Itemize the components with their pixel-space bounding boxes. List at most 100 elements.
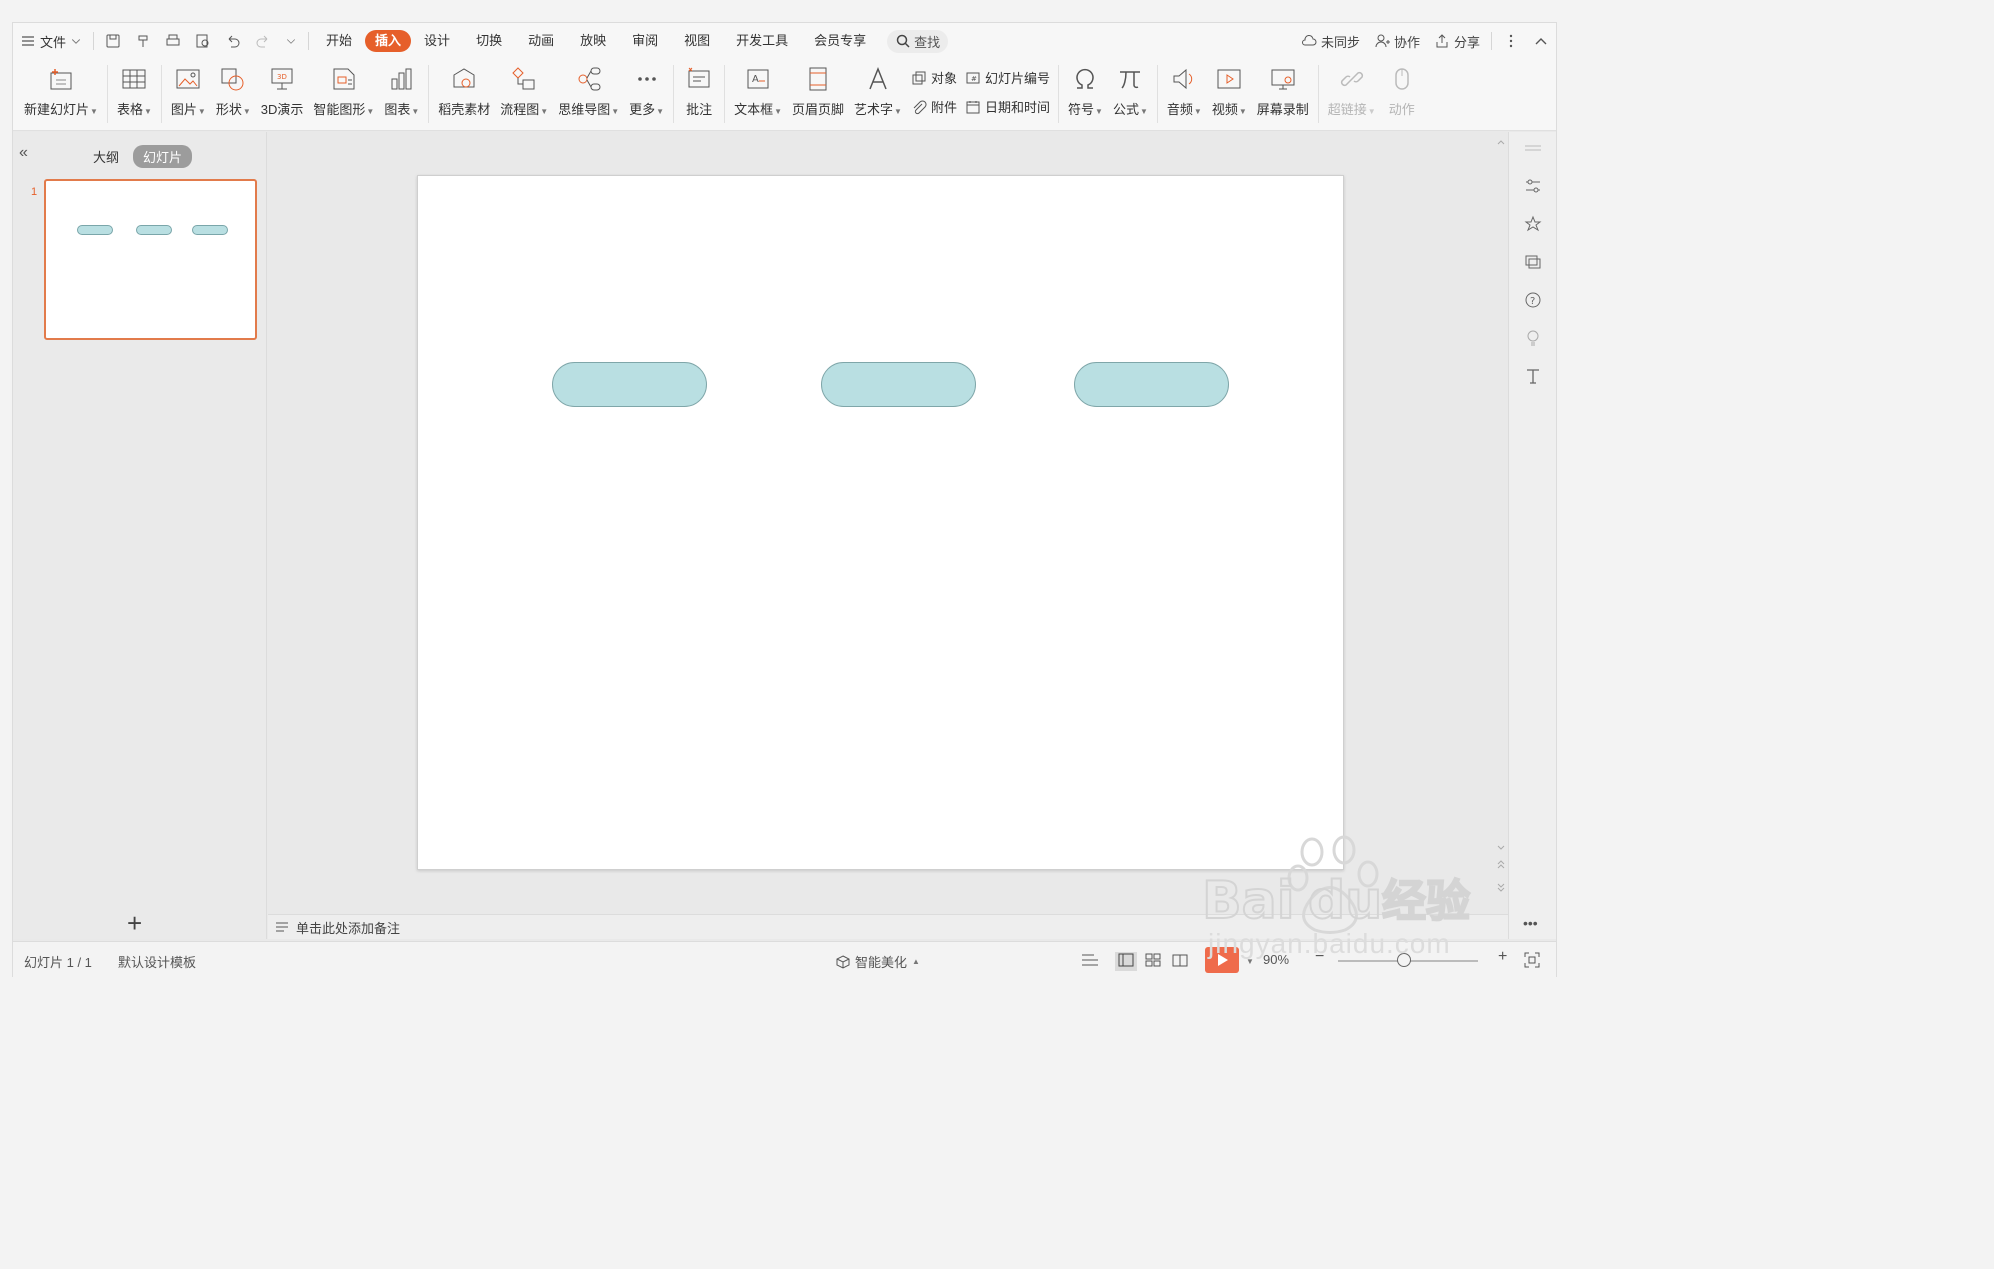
lightbulb-icon[interactable] [1522,328,1544,348]
new-slide-button[interactable]: 新建幻灯片▼ [19,59,103,118]
collab-button[interactable]: 协作 [1367,32,1427,51]
tab-member[interactable]: 会员专享 [801,30,879,52]
more-button[interactable]: 更多▼ [624,59,669,118]
tab-slideshow[interactable]: 放映 [567,30,619,52]
audio-button[interactable]: 音频▼ [1162,59,1207,118]
vertical-scrollbar[interactable] [1494,132,1508,914]
shape-button[interactable]: 形状▼ [211,59,256,118]
thumbnail-shape [77,225,113,235]
print-button[interactable] [158,33,188,49]
status-bar: 幻灯片 1 / 1 默认设计模板 智能美化 ▲ ▼ 90% − + [13,941,1556,978]
zoom-slider-thumb[interactable] [1397,953,1411,967]
play-slideshow-button[interactable] [1205,947,1239,973]
tab-review[interactable]: 审阅 [619,30,671,52]
zoom-level[interactable]: 90% [1263,952,1289,967]
comment-button[interactable]: 批注 [678,59,720,118]
share-button[interactable]: 分享 [1427,32,1487,51]
object-attachment-group: 对象 附件 [907,59,961,121]
3d-demo-button[interactable]: 3D 3D演示 [256,59,309,118]
smartart-button[interactable]: 智能图形▼ [308,59,379,118]
template-name[interactable]: 默认设计模板 [118,952,196,971]
tab-animations[interactable]: 动画 [515,30,567,52]
tab-transitions[interactable]: 切换 [463,30,515,52]
mindmap-button[interactable]: 思维导图▼ [553,59,624,118]
format-painter-button[interactable] [128,33,158,49]
save-button[interactable] [98,33,128,49]
flowchart-button[interactable]: 流程图▼ [495,59,553,118]
chevron-down-icon [71,39,81,44]
screen-record-button[interactable]: 屏幕录制 [1252,59,1314,118]
action-button[interactable]: 动作 [1381,59,1423,118]
tab-view[interactable]: 视图 [671,30,723,52]
panel-header: « 大纲 幻灯片 [13,144,266,168]
symbol-button[interactable]: 符号▼ [1063,59,1108,118]
file-menu[interactable]: 文件 [13,32,89,51]
beautify-button[interactable]: 智能美化 ▲ [835,952,920,971]
search-button[interactable]: 查找 [887,29,949,53]
undo-button[interactable] [218,33,248,49]
redo-button[interactable] [248,33,278,49]
add-slide-button[interactable]: + [127,908,142,939]
object-button[interactable]: 对象 [911,66,957,90]
hyperlink-button[interactable]: 超链接▼ [1323,59,1381,118]
more-dots-icon[interactable]: ••• [1523,915,1538,931]
tab-design[interactable]: 设计 [411,30,463,52]
collab-label: 协作 [1393,34,1420,50]
wordart-icon [869,66,887,90]
object-label: 对象 [930,71,957,86]
quick-access-customize[interactable] [278,33,304,49]
print-preview-button[interactable] [188,33,218,49]
slides-switch-icon[interactable] [1522,252,1544,272]
table-button[interactable]: 表格▼ [112,59,157,118]
rounded-rectangle-shape[interactable] [821,362,976,407]
normal-view-icon[interactable] [1115,952,1137,971]
drag-handle-icon[interactable] [1522,138,1544,158]
text-format-icon[interactable] [1522,366,1544,386]
video-button[interactable]: 视频▼ [1207,59,1252,118]
star-icon[interactable] [1522,214,1544,234]
collapse-panel-icon[interactable]: « [19,144,28,162]
slide[interactable] [417,175,1344,870]
slide-thumbnail[interactable] [44,179,257,340]
tab-developer[interactable]: 开发工具 [723,30,801,52]
help-icon[interactable]: ? [1522,290,1544,310]
notes-toggle-icon[interactable] [1081,952,1103,971]
action-label: 动作 [1388,102,1415,117]
pi-icon [1120,71,1141,89]
more-options-button[interactable] [1496,33,1526,49]
comment-label: 批注 [686,102,713,117]
formula-button[interactable]: 公式▼ [1108,59,1153,118]
material-button[interactable]: 稻壳素材 [433,59,495,118]
tab-home[interactable]: 开始 [313,30,365,52]
tab-insert[interactable]: 插入 [365,30,412,52]
collapse-ribbon-button[interactable] [1526,33,1556,49]
notes-bar[interactable]: 单击此处添加备注 [268,914,1508,939]
rounded-rectangle-shape[interactable] [552,362,707,407]
preview-icon [196,34,209,48]
grid-view-icon[interactable] [1144,952,1162,971]
textbox-button[interactable]: A 文本框▼ [729,59,787,118]
zoom-in-button[interactable]: + [1498,948,1507,966]
header-footer-button[interactable]: 页眉页脚 [787,59,849,118]
textbox-icon: A [747,69,769,89]
sync-status[interactable]: 未同步 [1294,32,1367,51]
tab-slides[interactable]: 幻灯片 [133,145,193,168]
slide-number-button[interactable]: # 幻灯片编号 [965,66,1050,90]
svg-text:?: ? [1530,296,1535,307]
tab-outline[interactable]: 大纲 [93,147,119,166]
zoom-out-button[interactable]: − [1315,948,1324,966]
smartart-icon [333,68,355,90]
settings-sliders-icon[interactable] [1522,176,1544,196]
datetime-button[interactable]: 日期和时间 [965,95,1050,119]
fit-window-icon[interactable] [1524,952,1540,971]
reading-view-icon[interactable] [1171,952,1189,971]
play-options-caret[interactable]: ▼ [1245,952,1254,967]
picture-button[interactable]: 图片▼ [166,59,211,118]
wordart-button[interactable]: 艺术字▼ [849,59,907,118]
attachment-label: 附件 [930,100,957,115]
mindmap-icon [578,67,601,91]
chart-button[interactable]: 图表▼ [379,59,424,118]
attachment-button[interactable]: 附件 [911,95,957,119]
rounded-rectangle-shape[interactable] [1074,362,1229,407]
mindmap-label: 思维导图 [558,102,611,117]
